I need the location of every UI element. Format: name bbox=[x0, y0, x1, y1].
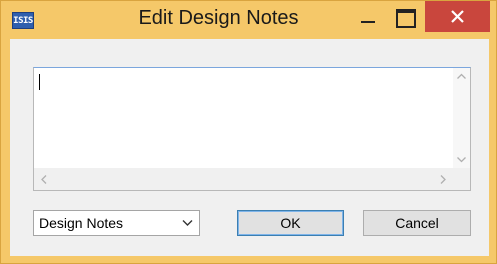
window-title: Edit Design Notes bbox=[138, 7, 299, 29]
category-select[interactable]: Design Notes bbox=[33, 210, 200, 236]
ok-button[interactable]: OK bbox=[237, 210, 344, 236]
title-bar[interactable]: ISIS Edit Design Notes bbox=[1, 1, 496, 39]
cancel-button[interactable]: Cancel bbox=[363, 210, 471, 236]
scrollbar-corner bbox=[453, 168, 470, 190]
chevron-right-icon bbox=[440, 175, 446, 184]
dialog-window: ISIS Edit Design Notes Design Notes OK C… bbox=[0, 0, 497, 264]
text-caret bbox=[39, 74, 40, 90]
scroll-right-button[interactable] bbox=[434, 168, 451, 190]
chevron-down-icon bbox=[182, 220, 193, 226]
scroll-left-button[interactable] bbox=[36, 168, 53, 190]
horizontal-scrollbar[interactable] bbox=[34, 168, 453, 190]
maximize-button[interactable] bbox=[387, 2, 419, 32]
scroll-down-button[interactable] bbox=[453, 151, 470, 168]
chevron-up-icon bbox=[457, 73, 466, 79]
vertical-scrollbar[interactable] bbox=[453, 68, 470, 168]
chevron-down-icon bbox=[457, 157, 466, 163]
scroll-up-button[interactable] bbox=[453, 68, 470, 85]
notes-textarea[interactable] bbox=[33, 67, 471, 191]
close-button[interactable] bbox=[425, 1, 490, 32]
chevron-left-icon bbox=[41, 175, 47, 184]
category-select-value: Design Notes bbox=[39, 215, 124, 231]
minimize-button[interactable] bbox=[351, 2, 383, 32]
dialog-body: Design Notes OK Cancel bbox=[10, 39, 489, 256]
close-icon bbox=[451, 10, 464, 23]
